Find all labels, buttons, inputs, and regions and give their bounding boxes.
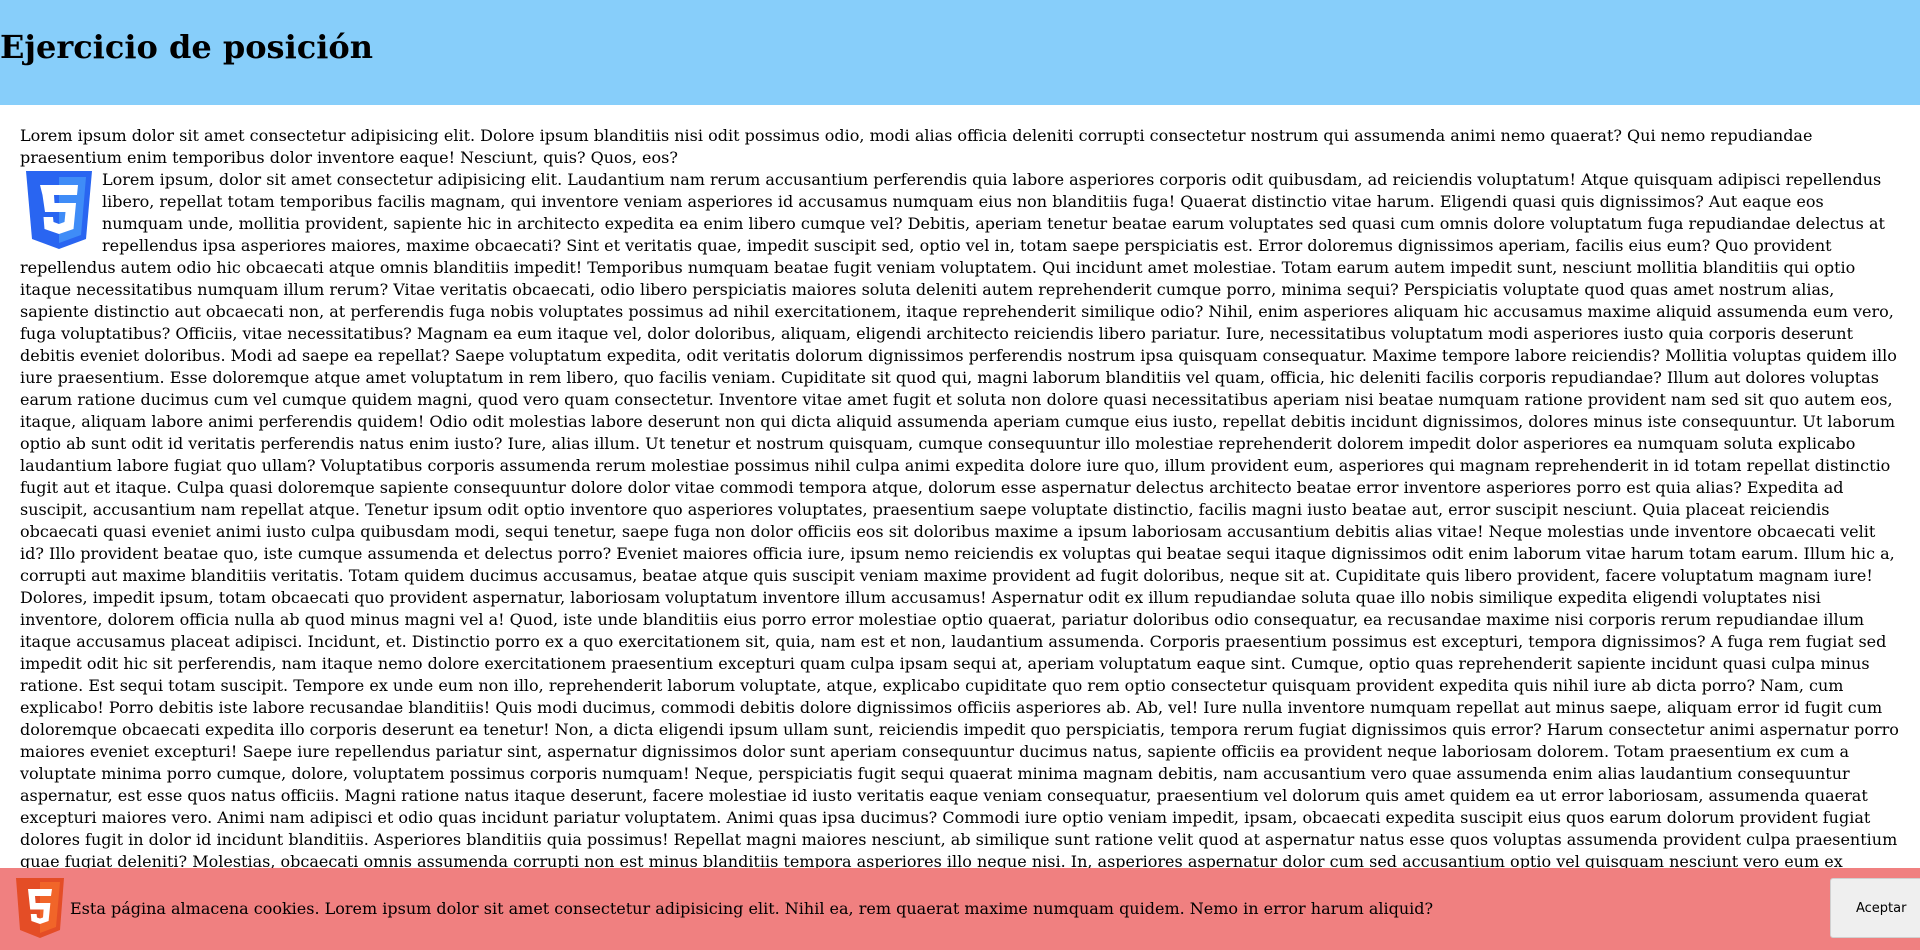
- page-header: Ejercicio de posición: [0, 0, 1920, 105]
- cookie-message: Esta página almacena cookies. Lorem ipsu…: [70, 899, 1434, 918]
- cookie-banner: Esta página almacena cookies. Lorem ipsu…: [0, 868, 1920, 950]
- page-title: Ejercicio de posición: [0, 28, 373, 66]
- css3-shield-icon: [26, 171, 92, 249]
- accept-cookies-button[interactable]: Aceptar: [1830, 878, 1920, 938]
- intro-paragraph: Lorem ipsum dolor sit amet consectetur a…: [20, 126, 1813, 167]
- main-content: Lorem ipsum dolor sit amet consectetur a…: [20, 125, 1900, 939]
- main-paragraph: Lorem ipsum, dolor sit amet consectetur …: [20, 170, 1899, 937]
- html5-shield-icon: [16, 878, 64, 938]
